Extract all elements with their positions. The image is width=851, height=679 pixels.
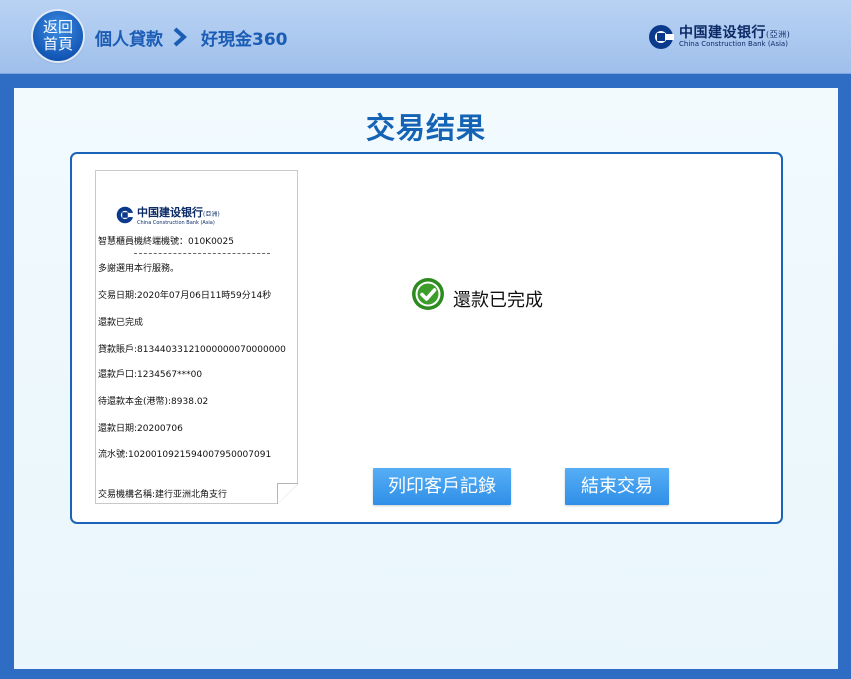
ccb-logo-icon	[116, 206, 134, 224]
receipt-branch: 交易機構名稱:建行亚洲北角支行	[98, 490, 228, 500]
breadcrumb-item-product: 好現金360	[201, 29, 288, 50]
receipt-status: 還款已完成	[98, 318, 144, 328]
receipt-logo-english: China Construction Bank (Asia)	[137, 220, 215, 226]
receipt-terminal-id: 智慧櫃員機終端機號：010K0025	[98, 237, 234, 247]
receipt-preview: 中国建设银行(亞洲) China Construction Bank (Asia…	[95, 170, 298, 504]
home-button-line2: 首頁	[42, 35, 73, 53]
breadcrumb: 個人貸款 好現金360	[95, 25, 288, 50]
bank-logo-chinese: 中国建设银行(亞洲)	[679, 25, 791, 41]
receipt-divider	[134, 253, 270, 254]
receipt-repayment-date: 還款日期:20200706	[98, 424, 183, 434]
ccb-logo-icon	[649, 25, 674, 49]
receipt-loan-account: 貸款賬戶:8134403312100000007000000​0	[98, 345, 286, 355]
page-curl	[277, 483, 298, 504]
check-circle-icon	[412, 278, 444, 310]
page-title: 交易结果	[365, 111, 486, 145]
receipt-repayment-account: 還款戶口:1234567***00	[98, 370, 203, 380]
receipt-logo-chinese: 中国建设银行(亞洲)	[137, 206, 220, 219]
status-text: 還款已完成	[453, 290, 543, 311]
receipt-thanks: 多謝選用本行服務。	[98, 264, 180, 274]
home-button-line1: 返回	[42, 18, 73, 36]
chevron-right-icon	[173, 27, 188, 47]
bank-logo: 中国建设银行(亞洲) China Construction Bank (Asia…	[648, 22, 790, 52]
receipt-serial-number: 流水號:10200109215940079500070​91	[98, 450, 272, 460]
breadcrumb-item-personal-loan[interactable]: 個人貸款	[95, 25, 163, 50]
header-bar: 返回 首頁 個人貸款 好現金360 中国建设银行(亞洲) China Const…	[0, 0, 851, 74]
status-message: 還款已完成	[411, 276, 543, 312]
main-panel: 交易结果 中国建设银行(亞洲) China Construction Bank …	[14, 88, 838, 669]
receipt-principal: 待還款本金(港幣):8938.02	[98, 397, 209, 407]
end-transaction-button[interactable]: 結束交易	[565, 468, 669, 505]
bank-logo-english: China Construction Bank (Asia)	[679, 40, 788, 48]
receipt-transaction-date: 交易日期:2020年07月06日11時59分14秒	[98, 291, 272, 301]
print-record-button[interactable]: 列印客戶記錄	[373, 468, 511, 505]
receipt-logo: 中国建设银行(亞洲) China Construction Bank (Asia…	[116, 204, 220, 226]
result-box: 中国建设银行(亞洲) China Construction Bank (Asia…	[70, 152, 783, 524]
home-button[interactable]: 返回 首頁	[33, 11, 83, 61]
